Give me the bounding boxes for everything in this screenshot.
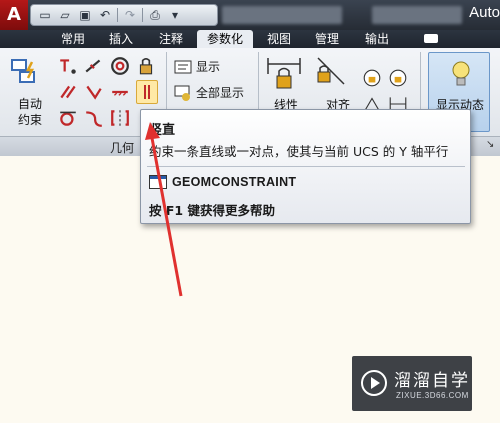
show-constraints-button[interactable]: 显示 bbox=[174, 58, 220, 75]
tab-output[interactable]: 输出 bbox=[356, 30, 398, 48]
angular-icon[interactable] bbox=[362, 68, 382, 88]
collinear-icon[interactable] bbox=[84, 56, 104, 76]
lightbulb-icon bbox=[452, 61, 470, 86]
parallel-icon[interactable] bbox=[58, 82, 78, 102]
tooltip: 竖直 约束一条直线或一对点，使其与当前 UCS 的 Y 轴平行 GEOMCONS… bbox=[140, 109, 471, 224]
watermark: 溜溜自学 ZIXUE.3D66.COM bbox=[352, 356, 472, 411]
show-icon bbox=[174, 60, 192, 73]
blurred-file-tab bbox=[372, 6, 462, 24]
open-icon[interactable]: ▱ bbox=[57, 7, 73, 23]
quick-access-toolbar: ▭ ▱ ▣ ↶ ↷ ⎙ ▾ bbox=[30, 4, 218, 26]
symmetric-icon[interactable] bbox=[110, 108, 130, 128]
auto-constrain-label: 自动 约束 bbox=[17, 97, 42, 127]
qat-separator bbox=[117, 8, 118, 22]
tooltip-divider bbox=[147, 166, 465, 167]
tooltip-help: 按 F1 键获得更多帮助 bbox=[149, 203, 275, 218]
print-icon[interactable]: ⎙ bbox=[147, 7, 163, 23]
minimize-ribbon-icon[interactable] bbox=[424, 34, 438, 43]
tab-parametric[interactable]: 参数化 bbox=[197, 30, 253, 48]
panel-expand-icon[interactable]: ↘ bbox=[486, 139, 494, 150]
tab-insert[interactable]: 插入 bbox=[100, 30, 142, 48]
perpendicular-icon[interactable] bbox=[84, 82, 104, 102]
auto-constrain-icon bbox=[11, 59, 35, 83]
concentric-icon[interactable] bbox=[110, 56, 130, 76]
qat-separator bbox=[142, 8, 143, 22]
ribbon-tab-bar: 常用 插入 注释 参数化 视图 管理 输出 bbox=[0, 30, 500, 48]
tooltip-description: 约束一条直线或一对点，使其与当前 UCS 的 Y 轴平行 bbox=[149, 144, 449, 159]
play-logo-icon bbox=[361, 370, 387, 396]
watermark-cn: 溜溜自学 bbox=[394, 371, 470, 391]
vertical-icon bbox=[144, 85, 150, 99]
tab-view[interactable]: 视图 bbox=[258, 30, 300, 48]
window-title: Auto bbox=[469, 4, 500, 21]
tab-manage[interactable]: 管理 bbox=[306, 30, 348, 48]
fix-icon[interactable] bbox=[136, 56, 156, 76]
tooltip-title: 竖直 bbox=[149, 123, 176, 138]
geometric-panel-label[interactable]: 几何 bbox=[110, 139, 134, 156]
show-all-label: 全部显示 bbox=[196, 86, 245, 100]
title-bar: A ▭ ▱ ▣ ↶ ↷ ⎙ ▾ Auto bbox=[0, 0, 500, 30]
linear-icon bbox=[267, 58, 301, 89]
tangent-icon[interactable] bbox=[58, 108, 78, 128]
show-all-constraints-button[interactable]: 全部显示 bbox=[174, 84, 244, 101]
undo-icon[interactable]: ↶ bbox=[97, 7, 113, 23]
smooth-icon[interactable] bbox=[84, 108, 104, 128]
save-icon[interactable]: ▣ bbox=[77, 7, 93, 23]
vertical-constraint-button[interactable] bbox=[136, 80, 158, 104]
horizontal-icon[interactable] bbox=[110, 82, 130, 102]
aligned-icon bbox=[317, 57, 345, 85]
redo-icon[interactable]: ↷ bbox=[122, 7, 138, 23]
new-icon[interactable]: ▭ bbox=[37, 7, 53, 23]
command-icon bbox=[149, 175, 167, 189]
tooltip-command: GEOMCONSTRAINT bbox=[172, 175, 297, 189]
dropdown-icon[interactable]: ▾ bbox=[167, 7, 183, 23]
show-all-icon bbox=[174, 85, 190, 101]
radial-icon[interactable] bbox=[388, 68, 408, 88]
tab-annotate[interactable]: 注释 bbox=[150, 30, 192, 48]
application-menu-button[interactable]: A bbox=[0, 0, 28, 30]
coincident-icon[interactable] bbox=[58, 56, 78, 76]
watermark-en: ZIXUE.3D66.COM bbox=[396, 391, 469, 400]
show-label: 显示 bbox=[196, 60, 221, 74]
tab-home[interactable]: 常用 bbox=[52, 30, 94, 48]
blurred-file-tab bbox=[222, 6, 342, 24]
